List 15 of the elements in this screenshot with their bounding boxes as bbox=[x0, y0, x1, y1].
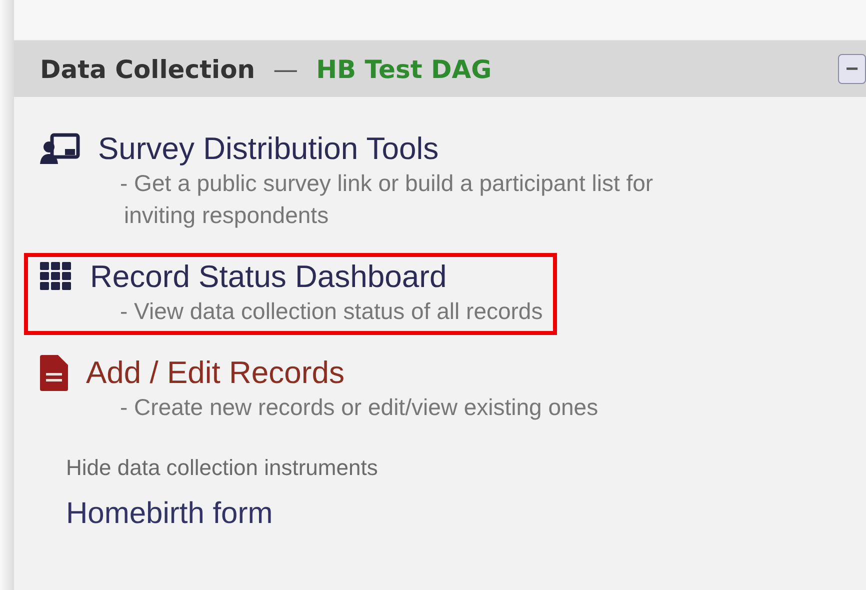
presenter-icon bbox=[40, 133, 80, 165]
link-description: - Create new records or edit/view existing ones bbox=[119, 393, 598, 422]
group-name: HB Test DAG bbox=[316, 54, 492, 84]
menu-link[interactable]: Add / Edit Records bbox=[86, 355, 344, 391]
toggle-link[interactable]: Hide data collection instruments bbox=[66, 455, 866, 481]
collapse-button[interactable]: − bbox=[838, 54, 866, 84]
link-description: - Get a public survey link or build a participant list for inviting respondents bbox=[119, 169, 654, 230]
title-separator: — bbox=[273, 54, 298, 84]
menu-link[interactable]: Record Status Dashboard bbox=[90, 259, 447, 295]
instrument-link[interactable]: Homebirth form bbox=[66, 497, 866, 531]
grid-icon bbox=[40, 262, 72, 292]
panel-title: Data Collection bbox=[40, 54, 256, 84]
menu-link[interactable]: Survey Distribution Tools bbox=[98, 131, 439, 167]
link-description: - View data collection status of all records bbox=[119, 297, 543, 326]
document-icon bbox=[40, 355, 68, 391]
